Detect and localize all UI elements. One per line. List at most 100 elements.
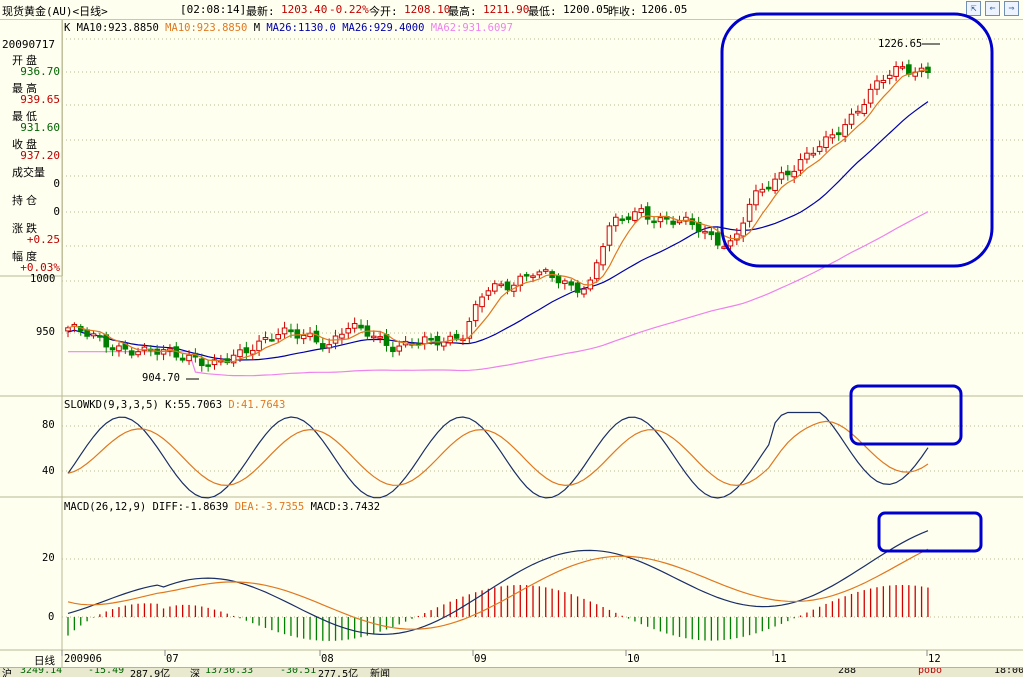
candle-body-65 <box>479 296 485 308</box>
kd-legend-k: K:55.7063 <box>165 399 223 411</box>
candle-body-122 <box>842 124 848 137</box>
kline-chart[interactable] <box>0 0 1023 667</box>
candle-body-29 <box>249 349 256 355</box>
legend-ma62: MA62:931.6097 <box>430 22 513 34</box>
candle-body-51 <box>390 346 396 353</box>
candle-body-83 <box>593 262 600 280</box>
candle-body-127 <box>874 80 880 90</box>
x-tick-10: 10 <box>627 653 640 665</box>
ma10-line <box>67 69 929 363</box>
candle-body-69 <box>504 281 511 291</box>
candle-body-67 <box>491 283 498 292</box>
candle-body-36 <box>294 329 301 339</box>
status-sh-change: -15.49 <box>88 667 125 676</box>
macd-legend-name: MACD(26,12,9) <box>64 501 147 513</box>
x-tick-11: 11 <box>774 653 787 665</box>
ma62-polyline <box>68 211 929 377</box>
candle-body-57 <box>428 337 434 341</box>
candle-body-126 <box>867 88 874 104</box>
candle-body-68 <box>498 283 504 287</box>
kd-legend: SLOWKD(9,3,3,5) K:55.7063 D:41.7643 <box>64 399 285 411</box>
candle-body-116 <box>804 152 810 160</box>
candle-body-115 <box>797 159 804 171</box>
candle-body-22 <box>205 364 211 367</box>
ma62-line <box>68 211 929 377</box>
candle-body-128 <box>880 79 887 84</box>
candle-body-88 <box>625 216 632 220</box>
candle-body-110 <box>765 186 772 190</box>
candle-body-37 <box>300 334 307 340</box>
candle-body-124 <box>855 110 861 114</box>
candle-body-72 <box>523 274 530 277</box>
candle-body-131 <box>899 66 906 69</box>
candle-body-91 <box>644 206 651 220</box>
candle-body-34 <box>281 327 288 335</box>
candle-body-60 <box>447 335 453 344</box>
candle-body-64 <box>472 304 479 322</box>
price-tick-1000: 1000 <box>30 273 56 285</box>
macd-legend-diff: DIFF:-1.8639 <box>152 501 229 513</box>
x-tick-07: 07 <box>166 653 179 665</box>
candle-body-111 <box>772 178 778 191</box>
candle-body-8 <box>116 345 122 352</box>
candle-body-52 <box>396 345 403 352</box>
candle-body-79 <box>568 281 575 286</box>
status-sh-index: 3249.14 <box>20 667 63 676</box>
candle-body-78 <box>562 280 568 284</box>
candle-body-108 <box>753 190 759 206</box>
legend-ma10-b: MA10:923.8850 <box>165 22 248 34</box>
macd-legend-dea: DEA:-3.7355 <box>234 501 305 513</box>
legend-ma26: MA26:1130.0 <box>266 22 336 34</box>
candle-body-5 <box>97 335 103 338</box>
candle-body-10 <box>128 350 135 356</box>
price-legend: K MA10:923.8850 MA10:923.8850 M MA26:113… <box>64 22 513 34</box>
candle-body-90 <box>638 208 645 213</box>
candle-body-74 <box>536 271 543 276</box>
candle-body-118 <box>816 146 823 152</box>
candle-body-28 <box>243 347 250 354</box>
x-tick-08: 08 <box>321 653 334 665</box>
candle-body-11 <box>135 351 141 356</box>
candle-body-85 <box>606 225 613 246</box>
x-tick-200906: 200906 <box>64 653 102 665</box>
candle-body-123 <box>848 113 855 125</box>
candle-body-84 <box>600 246 606 266</box>
candle-body-3 <box>84 329 90 337</box>
status-clock: 18:00 <box>994 667 1023 676</box>
candle-body-132 <box>906 64 912 75</box>
candle-body-41 <box>326 344 332 349</box>
candle-body-73 <box>530 275 536 278</box>
kd-legend-d: D:41.7643 <box>228 399 286 411</box>
candle-body-104 <box>727 240 734 247</box>
legend-ma26-cut: MA26:929.4000 <box>342 22 425 34</box>
candle-body-48 <box>370 335 377 339</box>
candle-body-46 <box>358 324 364 329</box>
candle-body-113 <box>785 170 791 176</box>
highlight-macd-box <box>877 511 983 553</box>
candle-body-130 <box>893 66 899 77</box>
candle-body-87 <box>619 218 625 221</box>
price-tick-950: 950 <box>36 326 55 338</box>
candle-body-0 <box>65 327 71 332</box>
candle-body-43 <box>339 333 345 339</box>
candle-body-45 <box>351 323 358 329</box>
kd-tick-80: 80 <box>42 419 55 431</box>
kd-k-line <box>67 411 929 499</box>
candle-body-93 <box>657 217 664 223</box>
candle-body-100 <box>702 230 708 234</box>
kd-legend-name: SLOWKD(9,3,3,5) <box>64 399 159 411</box>
candle-body-106 <box>740 222 747 237</box>
candle-body-92 <box>651 220 657 224</box>
candle-body-19 <box>186 354 192 362</box>
candle-body-129 <box>886 74 893 79</box>
candle-body-31 <box>262 337 269 340</box>
status-count: 288 <box>838 667 857 676</box>
candle-body-61 <box>453 333 460 339</box>
candle-body-95 <box>670 220 676 225</box>
status-sz-index: 13730.33 <box>205 667 254 676</box>
candle-body-125 <box>861 104 868 114</box>
candle-body-49 <box>377 336 383 339</box>
highlight-boxes <box>720 12 994 553</box>
status-sz-change: -30.51 <box>280 667 317 676</box>
legend-ma10-a: MA10:923.8850 <box>76 22 159 34</box>
